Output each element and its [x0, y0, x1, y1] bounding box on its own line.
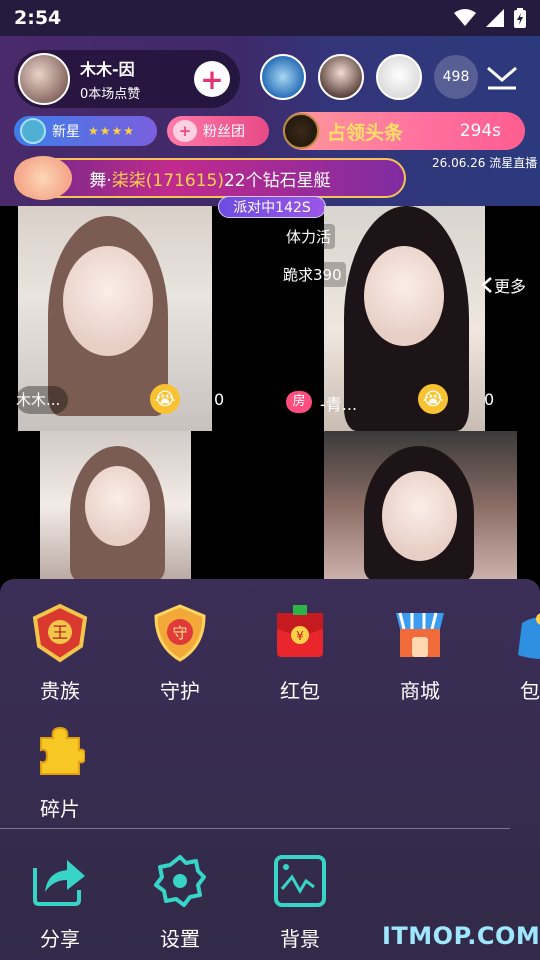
wifi-icon	[454, 9, 476, 26]
seat-name: -青...	[320, 395, 358, 414]
svg-text:¥: ¥	[296, 629, 304, 643]
viewer-list: 498	[260, 54, 478, 100]
menu-item-noble[interactable]: 王 贵族	[18, 601, 102, 704]
star-rating: ★★★★	[88, 124, 136, 138]
viewer-count[interactable]: 498	[434, 55, 478, 99]
gift-name: 22个钻石星艇	[223, 170, 331, 191]
red-envelope-icon: ¥	[268, 601, 332, 665]
bag-icon	[510, 601, 540, 665]
cry-emoji-icon[interactable]: 😭	[418, 384, 448, 414]
fan-club-label: 粉丝团	[203, 124, 245, 140]
menu-label: 包	[520, 679, 540, 703]
task-label: 体力活	[282, 224, 336, 249]
room-badge: 房	[286, 391, 312, 413]
share-icon	[28, 849, 92, 913]
face-shape	[364, 246, 444, 346]
star-level-label: 新星	[52, 124, 80, 140]
menu-item-fragments[interactable]: 碎片	[18, 719, 102, 822]
gift-sender: 柒柒(171615)	[111, 170, 224, 191]
party-status: 派对中142S	[218, 196, 326, 218]
settings-gear-icon	[148, 849, 212, 913]
viewer-avatar[interactable]	[260, 54, 306, 100]
face-shape	[85, 466, 150, 546]
headline-banner[interactable]: 占领头条 294s	[283, 112, 525, 150]
menu-divider	[0, 828, 510, 829]
gift-broadcast-banner[interactable]: 舞· 柒柒(171615) 22个钻石星艇	[14, 156, 406, 200]
menu-label: 分享	[40, 927, 80, 951]
video-seat-4[interactable]	[324, 431, 517, 581]
task-label: 跪求390	[279, 262, 346, 287]
guard-shield-icon: 守	[148, 601, 212, 665]
follow-button[interactable]: +	[194, 61, 230, 97]
menu-item-share[interactable]: 分享	[18, 849, 102, 952]
chevron-down-icon[interactable]	[484, 62, 520, 92]
clock: 2:54	[14, 7, 62, 29]
menu-item-red-packet[interactable]: ¥ 红包	[258, 601, 342, 704]
background-image-icon	[268, 849, 332, 913]
menu-label: 贵族	[40, 679, 80, 703]
headline-timer: 294s	[459, 121, 501, 141]
face-shape	[382, 471, 457, 561]
more-menu-panel: 王 贵族 守 守护 ¥ 红包 商城 包 碎片 分享 设置 背景	[0, 579, 540, 960]
menu-item-shop[interactable]: 商城	[378, 601, 462, 704]
shop-icon	[388, 601, 452, 665]
menu-label: 设置	[160, 927, 200, 951]
fan-club-button[interactable]: + 粉丝团	[167, 116, 269, 146]
chevron-left-icon	[481, 277, 492, 293]
puzzle-icon	[28, 719, 92, 783]
mascot-icon	[14, 156, 72, 200]
heart-plus-icon: +	[173, 120, 197, 142]
anchor-card[interactable]: 木木-因 0本场点赞 +	[14, 50, 240, 108]
face-shape	[63, 246, 153, 356]
more-label: 更多	[494, 277, 527, 296]
anchor-name: 木木-因	[80, 60, 135, 79]
more-button[interactable]: 更多	[480, 272, 526, 298]
menu-item-settings[interactable]: 设置	[138, 849, 222, 952]
menu-label: 红包	[280, 679, 320, 703]
anchor-avatar[interactable]	[18, 53, 70, 105]
shield-icon	[20, 118, 46, 144]
seat-score: 0	[484, 390, 495, 409]
crown-shield-icon: 王	[28, 601, 92, 665]
video-seat-3[interactable]	[40, 431, 191, 581]
battery-charging-icon	[514, 8, 526, 28]
menu-label: 商城	[400, 679, 440, 703]
star-level-badge[interactable]: 新星 ★★★★	[14, 116, 157, 146]
eagle-emblem-icon	[283, 113, 319, 149]
viewer-avatar[interactable]	[376, 54, 422, 100]
anchor-likes: 0本场点赞	[80, 87, 141, 102]
headline-title: 占领头条	[327, 121, 404, 144]
date-stamp: 26.06.26 流星直播	[432, 156, 538, 170]
menu-item-guard[interactable]: 守 守护	[138, 601, 222, 704]
svg-text:王: 王	[52, 623, 68, 642]
svg-text:守: 守	[172, 624, 187, 642]
watermark: ITMOP.COM	[382, 922, 540, 950]
gift-prefix: 舞·	[89, 170, 112, 191]
signal-icon	[486, 9, 504, 27]
viewer-avatar[interactable]	[318, 54, 364, 100]
menu-item-bag[interactable]: 包	[486, 601, 540, 704]
menu-label: 背景	[280, 927, 320, 951]
cry-emoji-icon[interactable]: 😭	[150, 384, 180, 414]
menu-item-background[interactable]: 背景	[258, 849, 342, 952]
seat-score: 0	[214, 390, 225, 409]
status-bar: 2:54	[0, 0, 540, 36]
seat-name-tag: 木木...	[16, 386, 69, 414]
menu-label: 碎片	[40, 797, 80, 821]
seat-name: 木木...	[16, 391, 61, 409]
menu-label: 守护	[160, 679, 200, 703]
live-header: 木木-因 0本场点赞 + 498 新星 ★★★★ + 粉丝团 占领头条 294s…	[0, 36, 540, 218]
plus-icon: +	[200, 62, 224, 96]
